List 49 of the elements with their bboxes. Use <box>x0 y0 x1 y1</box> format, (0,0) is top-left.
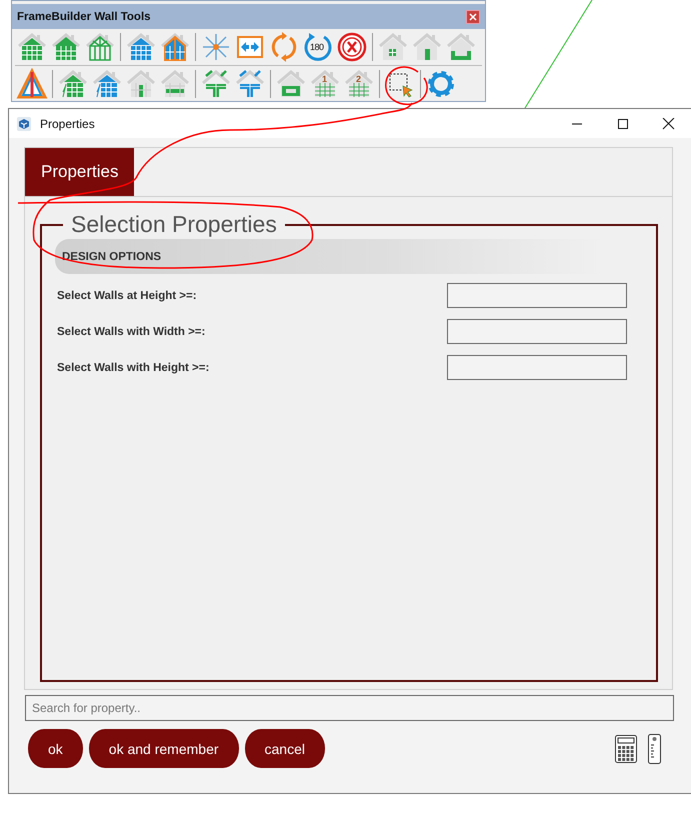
house-icon <box>84 31 116 63</box>
house-icon <box>159 68 191 100</box>
close-icon <box>469 12 477 20</box>
tool-button[interactable]: 1 <box>308 67 342 101</box>
house-icon <box>159 31 191 63</box>
field-label: Select Walls with Width >=: <box>56 326 206 338</box>
house-icon <box>411 31 443 63</box>
house-icon <box>91 68 123 100</box>
remember-button[interactable]: ok and remember <box>88 729 239 768</box>
close-icon <box>660 118 676 130</box>
circle-mark <box>385 66 428 105</box>
window-title: Properties <box>40 116 96 130</box>
house-icon <box>50 31 82 63</box>
tool-button[interactable]: 2 <box>342 67 376 101</box>
icon-number: 1 <box>322 74 328 84</box>
icon-number: 2 <box>356 74 362 84</box>
tool-button[interactable]: 180 <box>301 30 335 64</box>
field-label: Select Walls with Height >=: <box>56 362 210 374</box>
house-icon <box>200 68 232 100</box>
tab[interactable]: Properties <box>25 148 134 196</box>
settings-icon <box>425 68 457 100</box>
house-icon <box>16 31 48 63</box>
house-icon <box>377 31 409 63</box>
delete-icon <box>336 31 368 63</box>
field-label: Select Walls at Height >=: <box>56 290 197 302</box>
cancel-button[interactable]: cancel <box>244 729 325 768</box>
house-icon <box>125 31 157 63</box>
ok-button[interactable]: ok <box>28 729 83 768</box>
calculator-icon[interactable] <box>615 734 637 762</box>
house-icon <box>234 68 266 100</box>
ruler-icon[interactable] <box>648 734 661 764</box>
rotate-icon <box>302 31 334 63</box>
group-title: Selection Properties <box>70 211 278 238</box>
tool-button[interactable] <box>335 30 369 64</box>
house-icon <box>309 68 341 100</box>
house-icon <box>343 68 375 100</box>
input-field[interactable] <box>447 355 627 380</box>
toolbar-title: FrameBuilder Wall Tools <box>17 10 151 22</box>
app-icon <box>17 116 31 130</box>
input-field[interactable] <box>447 319 627 344</box>
triangle-icon <box>16 68 48 100</box>
house-icon <box>445 31 477 63</box>
house-icon <box>275 68 307 100</box>
arrows-icon <box>200 31 232 63</box>
input-field[interactable] <box>447 283 627 308</box>
icon-number: 180 <box>310 42 324 52</box>
house-icon <box>125 68 157 100</box>
house-icon <box>57 68 89 100</box>
search-field[interactable]: Search for property.. <box>25 695 674 721</box>
